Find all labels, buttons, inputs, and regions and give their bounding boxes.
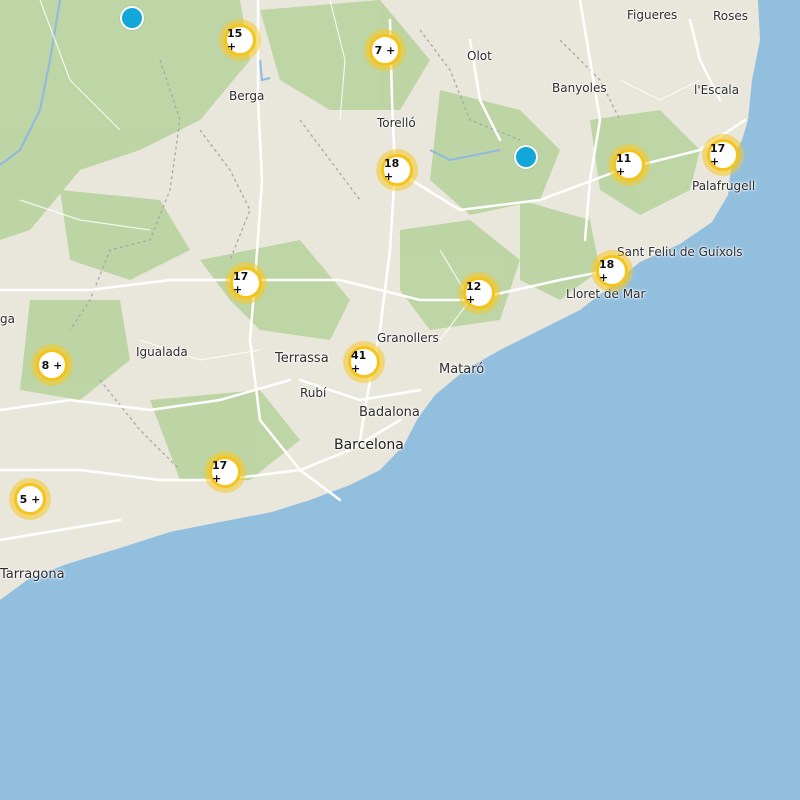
cluster-count: 15 + bbox=[224, 24, 256, 56]
cluster-marker[interactable]: 5 + bbox=[9, 478, 51, 520]
city-label-rubi: Rubí bbox=[300, 386, 327, 400]
city-label-olot: Olot bbox=[467, 49, 492, 63]
city-label-tarragona: Tarragona bbox=[0, 567, 65, 582]
cluster-count: 17 + bbox=[209, 456, 241, 488]
city-label-sant-feliu: Sant Feliu de Guíxols bbox=[617, 245, 743, 259]
city-label-berga: Berga bbox=[229, 89, 265, 103]
city-label-terrassa: Terrassa bbox=[275, 351, 329, 366]
cluster-marker[interactable]: 18 + bbox=[376, 149, 418, 191]
city-label-mataro: Mataró bbox=[439, 362, 485, 377]
cluster-marker[interactable]: 7 + bbox=[364, 29, 406, 71]
city-label-banyoles: Banyoles bbox=[552, 81, 607, 95]
cluster-marker[interactable]: 18 + bbox=[591, 250, 633, 292]
cluster-marker[interactable]: 12 + bbox=[458, 272, 500, 314]
cluster-count: 11 + bbox=[613, 149, 645, 181]
city-label-badalona: Badalona bbox=[359, 405, 420, 420]
cluster-count: 17 + bbox=[230, 267, 262, 299]
cluster-count: 7 + bbox=[369, 34, 401, 66]
cluster-count: 17 + bbox=[707, 139, 739, 171]
location-pin[interactable] bbox=[120, 6, 144, 30]
cluster-marker[interactable]: 17 + bbox=[204, 451, 246, 493]
city-label-igualada: Igualada bbox=[136, 345, 188, 359]
location-pin[interactable] bbox=[514, 145, 538, 169]
cluster-marker[interactable]: 41 + bbox=[343, 341, 385, 383]
cluster-marker[interactable]: 11 + bbox=[608, 144, 650, 186]
cluster-count: 8 + bbox=[36, 349, 68, 381]
city-label-roses: Roses bbox=[713, 9, 749, 23]
cluster-count: 18 + bbox=[596, 255, 628, 287]
cluster-count: 12 + bbox=[463, 277, 495, 309]
city-label-lescala: l'Escala bbox=[694, 83, 740, 97]
cluster-count: 41 + bbox=[348, 346, 380, 378]
cluster-marker[interactable]: 8 + bbox=[31, 344, 73, 386]
cluster-count: 18 + bbox=[381, 154, 413, 186]
city-label-granollers: Granollers bbox=[377, 331, 439, 345]
city-label-barcelona: Barcelona bbox=[334, 437, 404, 453]
cluster-marker[interactable]: 17 + bbox=[702, 134, 744, 176]
city-label-figueres: Figueres bbox=[627, 8, 678, 22]
cluster-marker[interactable]: 15 + bbox=[219, 19, 261, 61]
city-label-palafrugell: Palafrugell bbox=[692, 179, 756, 193]
cluster-count: 5 + bbox=[14, 483, 46, 515]
city-label-torello: Torelló bbox=[377, 116, 416, 130]
map-view[interactable]: Figueres Roses Olot Banyoles l'Escala Be… bbox=[0, 0, 800, 800]
city-label-partial: ga bbox=[0, 312, 15, 326]
cluster-marker[interactable]: 17 + bbox=[225, 262, 267, 304]
